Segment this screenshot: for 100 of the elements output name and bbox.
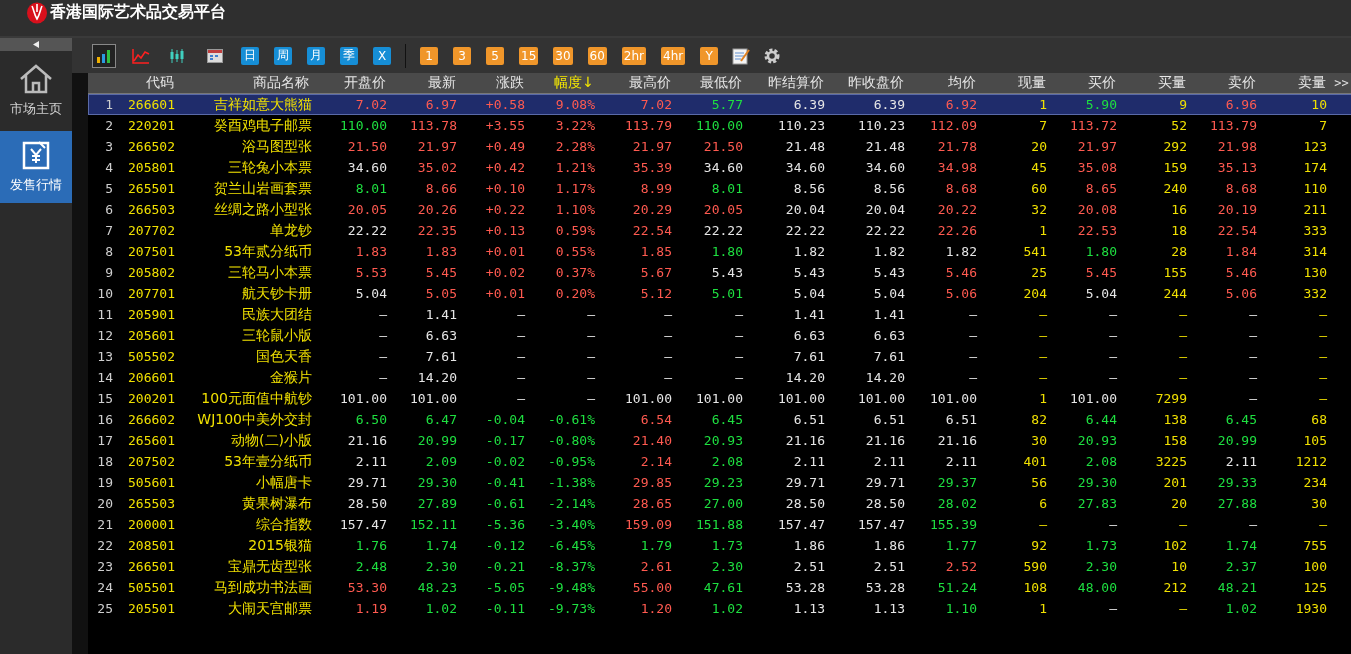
column-header[interactable]: 最高价	[600, 74, 677, 92]
table-cell-text: 22.22	[784, 223, 826, 238]
period-button[interactable]: 周	[274, 46, 292, 65]
column-header[interactable]: 买价	[1052, 74, 1122, 92]
table-cell-text: 6.63	[792, 328, 826, 343]
column-header[interactable]: 开盘价	[315, 74, 392, 92]
table-cell-text: —	[734, 349, 744, 364]
column-header[interactable]: 昨收盘价	[830, 74, 910, 92]
table-cell-text: -5.05	[484, 580, 526, 595]
table-cell-text: 5.77	[710, 97, 744, 112]
table-cell-text: 1.41	[872, 307, 906, 322]
table-cell-text: 113.78	[409, 118, 458, 133]
table-cell-text: 6.47	[424, 412, 458, 427]
table-cell-text: —	[1248, 349, 1258, 364]
code-cell-text: 207702	[127, 223, 176, 238]
more-columns-button[interactable]: >>	[1332, 76, 1351, 90]
column-header[interactable]: 最低价	[677, 74, 748, 92]
column-header[interactable]: 商品名称	[180, 74, 315, 92]
table-cell-text: 113.79	[624, 118, 673, 133]
table-cell-text: 5.04	[354, 286, 388, 301]
row-number: 17	[96, 433, 114, 448]
table-cell-text: —	[1178, 307, 1188, 322]
table-cell-text: 5.46	[1224, 265, 1258, 280]
table-cell-text: 22.22	[864, 223, 906, 238]
column-header[interactable]: 最新	[392, 74, 462, 92]
table-cell-text: —	[663, 307, 673, 322]
period-button[interactable]: 季	[340, 46, 358, 65]
column-header[interactable]: 卖价	[1192, 74, 1262, 92]
sidebar-item[interactable]: 发售行情	[0, 131, 72, 203]
table-cell-text: —	[968, 370, 978, 385]
row-number: 16	[96, 412, 114, 427]
table-cell-text: +0.49	[484, 139, 526, 154]
table-row[interactable]: 1 266601 吉祥如意大熊猫 7.02 6.97 +0.58 9.08% 7.02 5.77 6.39 6.39 6.92 1 5.90 9 6.96 10	[88, 94, 1351, 115]
table-cell-text: +0.01	[484, 286, 526, 301]
table-cell-text: 22.53	[1076, 223, 1118, 238]
table-cell-text: 1.77	[944, 538, 978, 553]
table-cell-text: 28	[1170, 244, 1188, 259]
column-header[interactable]: 卖量	[1262, 74, 1332, 92]
table-cell-text: 101.00	[857, 391, 906, 406]
table-cell-text: 1.83	[424, 244, 458, 259]
column-header[interactable]: 幅度↓	[530, 74, 600, 92]
table-cell-text: 2.52	[944, 559, 978, 574]
column-header[interactable]: 涨跌	[462, 74, 530, 92]
row-number: 11	[96, 307, 114, 322]
table-cell-text: -0.95%	[547, 454, 596, 469]
table-cell-text: 6.54	[639, 412, 673, 427]
table-cell-text: 1	[1038, 97, 1048, 112]
column-header[interactable]: 现量	[982, 74, 1052, 92]
table-cell-text: 1.17%	[554, 181, 596, 196]
table-cell-text: —	[968, 328, 978, 343]
table-cell-text: 212	[1162, 580, 1188, 595]
table-cell-text: 113.79	[1209, 118, 1258, 133]
table-cell-text: 110.23	[777, 118, 826, 133]
table-cell-text: 1.82	[872, 244, 906, 259]
table-cell-text: -3.40%	[547, 517, 596, 532]
table-cell-text: 2.09	[424, 454, 458, 469]
table-cell-text: 2.48	[354, 559, 388, 574]
table-cell-text: 2.28%	[554, 139, 596, 154]
period-button[interactable]: 月	[307, 46, 325, 65]
name-cell-text: 航天钞卡册	[241, 284, 313, 303]
table-cell-text: 2.61	[639, 559, 673, 574]
collapse-toggle[interactable]	[0, 38, 72, 51]
table-cell-text: 314	[1302, 244, 1328, 259]
table-cell-text: 157.47	[777, 517, 826, 532]
table-cell-text: —	[1108, 370, 1118, 385]
table-cell-text: 9.08%	[554, 97, 596, 112]
column-header[interactable]: 代码	[118, 74, 180, 92]
table-cell-text: 151.88	[695, 517, 744, 532]
table-cell-text: 7.61	[424, 349, 458, 364]
period-button[interactable]: 日	[241, 46, 259, 65]
table-cell-text: 29.71	[784, 475, 826, 490]
table-cell-text: —	[378, 328, 388, 343]
code-cell-text: 205901	[127, 307, 176, 322]
table-cell-text: 29.85	[631, 475, 673, 490]
row-number: 12	[96, 328, 114, 343]
table-cell-text: —	[516, 307, 526, 322]
table-cell-text: 5.53	[354, 265, 388, 280]
table-cell-text: 1.10%	[554, 202, 596, 217]
table-cell-text: 6.44	[1084, 412, 1118, 427]
table-cell-text: -9.73%	[547, 601, 596, 616]
period-button[interactable]: X	[373, 46, 391, 65]
column-header[interactable]: 买量	[1122, 74, 1192, 92]
settings-icon[interactable]	[763, 46, 782, 65]
row-number: 22	[96, 538, 114, 553]
row-number: 1	[104, 97, 114, 112]
document-icon	[21, 140, 51, 170]
notepad-icon[interactable]	[732, 46, 751, 65]
table-cell-text: 5.04	[1084, 286, 1118, 301]
table-cell-text: 112.09	[929, 118, 978, 133]
column-header[interactable]: 昨结算价	[748, 74, 830, 92]
table-cell-text: 7.61	[792, 349, 826, 364]
table-cell-text: +0.02	[484, 265, 526, 280]
column-header[interactable]: 均价	[910, 74, 982, 92]
table-cell-text: 1.02	[1224, 601, 1258, 616]
table-cell-text: -0.11	[484, 601, 526, 616]
chart-type-button[interactable]	[92, 43, 116, 68]
name-cell-text: 癸酉鸡电子邮票	[213, 116, 313, 135]
table-cell-text: 30	[1030, 433, 1048, 448]
code-cell-text: 265503	[127, 496, 176, 511]
table-cell-text: 21.16	[784, 433, 826, 448]
